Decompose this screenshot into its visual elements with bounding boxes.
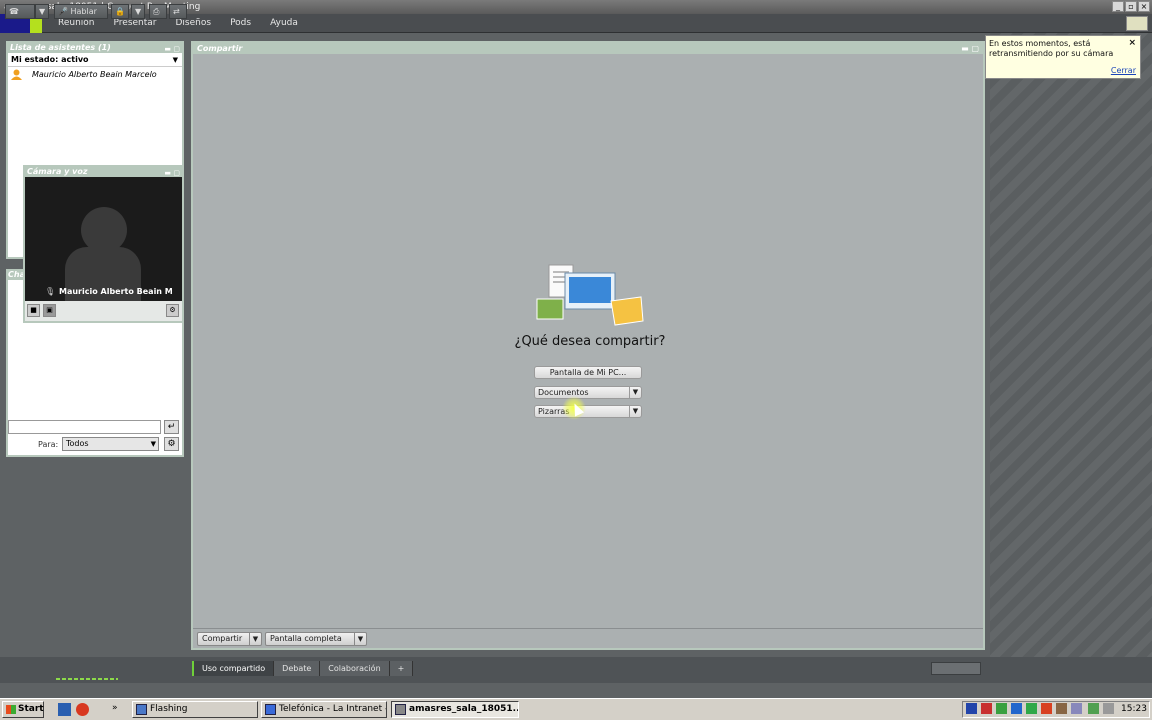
chat-recipient-value: Todos (66, 439, 89, 448)
task-label: Telefónica - La Intranet -... (279, 704, 387, 714)
chevron-down-icon[interactable]: ▼ (629, 387, 641, 398)
share-documents-button[interactable]: Documentos ▼ (534, 386, 642, 399)
chevron-down-icon[interactable]: ▼ (35, 4, 49, 19)
restore-button[interactable]: ▫ (1125, 1, 1137, 12)
attendee-name: Mauricio Alberto Beain Marcelo (32, 70, 157, 79)
view-mode-icons[interactable] (931, 662, 981, 675)
network-icon[interactable] (1088, 703, 1099, 714)
pod-title: Compartir (197, 44, 243, 53)
host-user-icon (11, 69, 22, 80)
lock-icon[interactable]: 🔒 (111, 4, 129, 19)
camera-user-name: Mauricio Alberto Beain M (59, 287, 173, 296)
pod-header: Lista de asistentes (1) ▬ ▢ (8, 43, 182, 53)
tab-uso-compartido[interactable]: Uso compartido (192, 661, 275, 676)
menu-item-pods[interactable]: Pods (230, 14, 251, 33)
app-icon (395, 704, 406, 715)
start-button[interactable]: Start (2, 701, 44, 718)
microphone-icon: 🎙 (45, 287, 56, 296)
pod-header: Cámara y voz ▬ ▢ (25, 167, 182, 177)
chevron-down-icon: ▼ (172, 56, 178, 64)
pod-title: Lista de asistentes (1) (10, 43, 111, 52)
volume-icon[interactable] (1103, 703, 1114, 714)
share-question: ¿Qué desea compartir? (514, 334, 666, 349)
add-layout-button[interactable]: + (389, 661, 414, 676)
tab-debate[interactable]: Debate (274, 661, 321, 676)
start-label: Start (18, 704, 44, 714)
tray-icon[interactable] (1026, 703, 1037, 714)
status-phone-icon[interactable]: ☎ (5, 4, 35, 19)
fullscreen-button[interactable]: Pantalla completa ▼ (265, 632, 367, 646)
chevron-down-icon: ▼ (354, 633, 366, 645)
tray-icon[interactable] (996, 703, 1007, 714)
documents-label: Documentos (538, 388, 589, 397)
tray-icon[interactable] (1056, 703, 1067, 714)
tray-icon[interactable] (1071, 703, 1082, 714)
share-screen-button[interactable]: Pantalla de Mi PC... (534, 366, 642, 379)
app-icon (136, 704, 147, 715)
talk-label: Hablar (70, 7, 97, 16)
tray-icon[interactable] (1041, 703, 1052, 714)
close-icon[interactable]: × (1128, 38, 1136, 48)
tray-icon[interactable] (981, 703, 992, 714)
camera-settings-icon[interactable]: ⚙ (166, 304, 179, 317)
camera-video: 🎙 Mauricio Alberto Beain M (25, 177, 182, 301)
stop-camera-button[interactable]: ■ (27, 304, 40, 317)
task-label: Flashing (150, 704, 188, 714)
ie-icon (265, 704, 276, 715)
show-desktop-icon[interactable] (58, 703, 71, 716)
close-button[interactable]: × (1138, 1, 1150, 12)
more-icon[interactable]: » (112, 703, 125, 716)
connection-status-icon[interactable] (1126, 16, 1148, 31)
share-pod: Compartir ▬ ▢ ¿Qué desea compartir? Pant… (191, 41, 985, 650)
camera-notification: En estos momentos, está retransmitiendo … (985, 35, 1141, 79)
list-item[interactable]: Mauricio Alberto Beain Marcelo (8, 67, 182, 83)
tray-icon[interactable] (1011, 703, 1022, 714)
chevron-down-icon[interactable]: ▼ (629, 406, 641, 417)
notification-close-link[interactable]: Cerrar (1111, 66, 1136, 76)
share-menu-label: Compartir (202, 634, 243, 643)
layout-tabs: Uso compartido Debate Colaboración + (192, 661, 414, 676)
chat-input[interactable] (8, 420, 161, 434)
chat-to-label: Para: (38, 440, 59, 449)
pod-title: Cámara y voz (27, 167, 88, 176)
minimize-button[interactable]: _ (1112, 1, 1124, 12)
camera-icon[interactable]: ▣ (43, 304, 56, 317)
status-label: Mi estado: activo (11, 55, 89, 64)
my-status-dropdown[interactable]: Mi estado: activo ▼ (8, 53, 182, 67)
microphone-icon: 🎤 (58, 7, 71, 16)
clock: 15:23 (1121, 704, 1147, 714)
print-icon[interactable]: ⎙ (149, 4, 167, 19)
pod-header: Compartir ▬ ▢ (193, 43, 983, 54)
send-icon[interactable]: ↵ (164, 420, 179, 434)
opera-icon[interactable] (76, 703, 89, 716)
share-whiteboard-button[interactable]: Pizarras ▼ (534, 405, 642, 418)
chevron-down-icon: ▼ (150, 440, 156, 448)
share-menu-button[interactable]: Compartir ▼ (197, 632, 262, 646)
sync-icon[interactable]: ⇄ (169, 4, 187, 19)
share-pod-footer: Compartir ▼ Pantalla completa ▼ (193, 628, 983, 648)
menu-item-ayuda[interactable]: Ayuda (270, 14, 298, 33)
tray-icon[interactable] (966, 703, 977, 714)
window-controls: _ ▫ × (1112, 1, 1150, 12)
chevron-down-icon[interactable]: ▼ (131, 4, 145, 19)
chat-options-icon[interactable]: ⚙ (164, 437, 179, 451)
talk-button[interactable]: 🎤 Hablar (54, 4, 108, 19)
chevron-down-icon: ▼ (249, 633, 261, 645)
audio-level-meter (56, 678, 118, 680)
camera-voice-pod: Cámara y voz ▬ ▢ 🎙 Mauricio Alberto Beai… (23, 165, 184, 323)
fullscreen-label: Pantalla completa (270, 634, 342, 643)
notification-text: En estos momentos, está retransmitiendo … (989, 39, 1114, 58)
taskbar-item-telefonica[interactable]: Telefónica - La Intranet -... (261, 701, 387, 718)
task-label: amasres_sala_18051... (409, 704, 519, 714)
taskbar-item-connect[interactable]: amasres_sala_18051... (391, 701, 519, 718)
chat-recipient-select[interactable]: Todos ▼ (62, 437, 159, 451)
taskbar-item-flashing[interactable]: Flashing (132, 701, 258, 718)
tab-colaboracion[interactable]: Colaboración (320, 661, 390, 676)
stage-background (990, 33, 1152, 683)
share-illustration-icon (536, 264, 644, 326)
windows-logo-icon (6, 705, 16, 714)
pod-controls[interactable]: ▬ ▢ (961, 43, 979, 54)
